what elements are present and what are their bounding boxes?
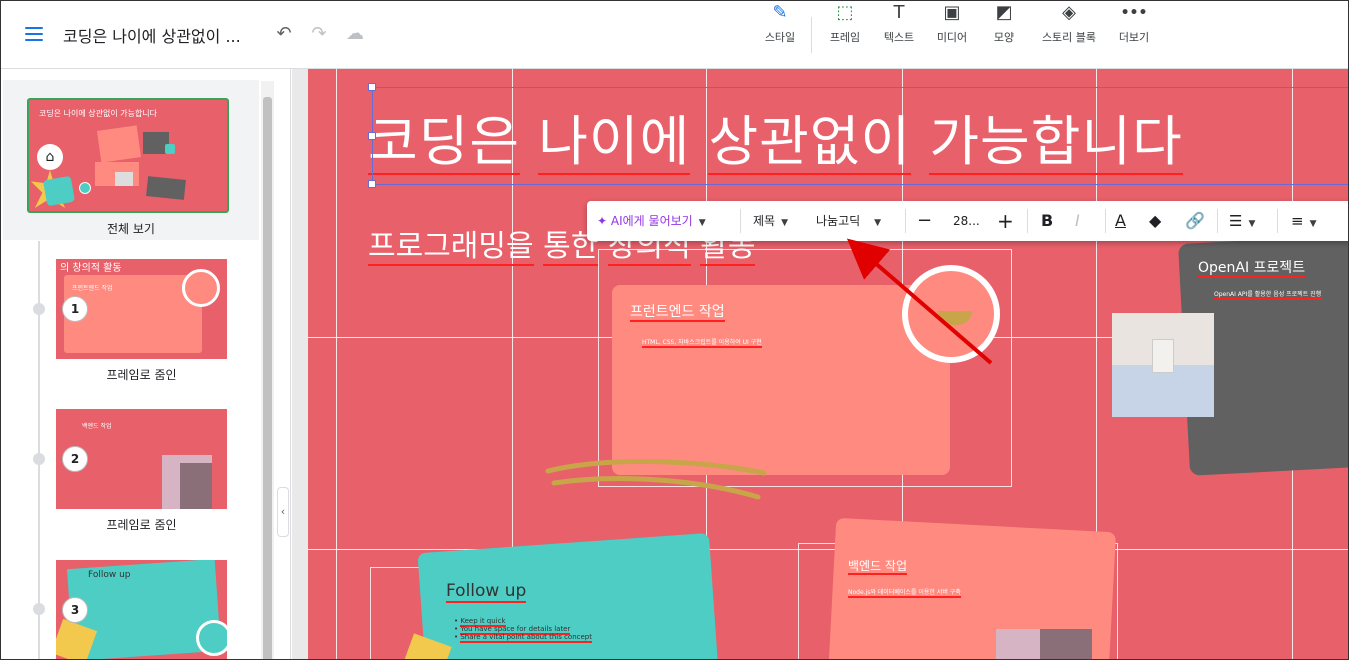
backend-title: 백엔드 작업 [848, 559, 908, 575]
resize-handle[interactable] [368, 180, 376, 188]
followup-list: • Keep it quick • You have space for det… [454, 617, 592, 643]
chevron-down-icon: ▼ [698, 218, 706, 228]
ai-ask-button[interactable]: ✦ AI에게 물어보기 ▼ [597, 201, 706, 241]
resize-handle[interactable] [368, 132, 376, 140]
font-size-field[interactable]: 28... [953, 201, 980, 241]
tool-shape[interactable]: ◩ 모양 [989, 1, 1019, 49]
frames-sidebar: 코딩은 나이에 상관없이 가능합니다 ⌂ 전체 보기 의 창의적 활동 프런트엔… [1, 69, 291, 659]
text-selection-box[interactable] [368, 83, 1348, 188]
editor-canvas[interactable]: OpenAI 프로젝트 OpenAI API를 활용한 음성 프로젝트 진행 프… [292, 69, 1348, 659]
link-icon[interactable]: 🔗 [1185, 201, 1205, 241]
list-icon[interactable]: ≡ ▼ [1291, 201, 1317, 241]
chevron-down-icon: ▼ [781, 218, 789, 228]
tool-text[interactable]: T 텍스트 [880, 1, 918, 49]
tool-style[interactable]: ✎ 스타일 [761, 1, 799, 49]
chevron-down-icon: ▼ [874, 218, 882, 228]
overview-item[interactable]: 코딩은 나이에 상관없이 가능합니다 ⌂ 전체 보기 [3, 80, 259, 240]
collapse-sidebar-button[interactable]: ‹ [277, 487, 289, 537]
frame-number-badge: 3 [62, 597, 88, 623]
text-style-dropdown[interactable]: 제목 ▼ [753, 201, 788, 241]
font-dropdown[interactable]: 나눔고딕 ▼ [816, 201, 881, 241]
document-title[interactable]: 코딩은 나이에 상관없이 ... [63, 23, 241, 47]
layers-icon: ◈ [1062, 2, 1076, 23]
followup-title: Follow up [446, 581, 527, 603]
text-format-toolbar: ✦ AI에게 물어보기 ▼ 제목 ▼ 나눔고딕 ▼ − 28... + B I A ◆… [587, 201, 1348, 241]
decrease-font-size-button[interactable]: − [917, 201, 932, 241]
home-icon[interactable]: ⌂ [37, 144, 63, 170]
bold-icon[interactable]: B [1041, 201, 1053, 241]
cloud-saved-icon: ☁ [346, 23, 364, 44]
redo-icon[interactable]: ↷ [308, 23, 330, 45]
chevron-down-icon: ▼ [1309, 219, 1317, 229]
image-icon: ▣ [943, 2, 961, 23]
slide-canvas[interactable]: OpenAI 프로젝트 OpenAI API를 활용한 음성 프로젝트 진행 프… [308, 69, 1348, 659]
frame-number-badge: 2 [62, 446, 88, 472]
increase-font-size-button[interactable]: + [997, 201, 1014, 241]
backend-photo[interactable] [996, 629, 1092, 659]
chevron-down-icon: ▼ [1248, 219, 1256, 229]
tool-frame[interactable]: ⬚ 프레임 [826, 1, 864, 49]
sparkle-icon: ✦ [597, 214, 608, 228]
tool-more[interactable]: ••• 더보기 [1117, 1, 1151, 49]
tool-story-block[interactable]: ◈ 스토리 블록 [1039, 1, 1099, 49]
toolbar-divider [811, 17, 812, 53]
openai-photo[interactable] [1112, 313, 1214, 417]
undo-icon[interactable]: ↶ [273, 23, 295, 45]
text-icon: T [893, 2, 905, 23]
sidebar-scroll-thumb[interactable] [263, 97, 272, 659]
shape-icon: ◩ [995, 2, 1013, 23]
openai-title: OpenAI 프로젝트 [1198, 260, 1306, 278]
menu-icon[interactable] [25, 27, 43, 41]
frame-add-icon: ⬚ [836, 2, 854, 23]
resize-handle[interactable] [368, 83, 376, 91]
more-icon: ••• [1120, 5, 1148, 21]
tool-media[interactable]: ▣ 미디어 [933, 1, 971, 49]
italic-icon[interactable]: I [1075, 201, 1080, 241]
align-left-icon[interactable]: ☰ ▼ [1229, 201, 1255, 241]
scribble-decoration [545, 458, 767, 500]
frame-number-badge: 1 [62, 296, 88, 322]
overview-thumbnail[interactable]: 코딩은 나이에 상관없이 가능합니다 ⌂ [27, 98, 229, 213]
frame-zoom-label[interactable]: 프레임로 줌인 [56, 516, 227, 533]
highlight-icon[interactable]: ◆ [1149, 201, 1161, 241]
frame-zoom-label[interactable]: 프레임로 줌인 [56, 366, 227, 383]
app-window: 코딩은 나이에 상관없이 ... ↶ ↷ ☁ ✎ 스타일 ⬚ 프레임 T 텍스트… [0, 0, 1349, 660]
brush-icon: ✎ [772, 2, 788, 23]
frontend-title: 프런트엔드 작업 [630, 304, 725, 322]
top-header: 코딩은 나이에 상관없이 ... ↶ ↷ ☁ ✎ 스타일 ⬚ 프레임 T 텍스트… [1, 1, 1348, 69]
circle-decoration [902, 265, 1000, 363]
overview-label: 전체 보기 [107, 222, 155, 236]
text-color-icon[interactable]: A [1115, 201, 1126, 241]
